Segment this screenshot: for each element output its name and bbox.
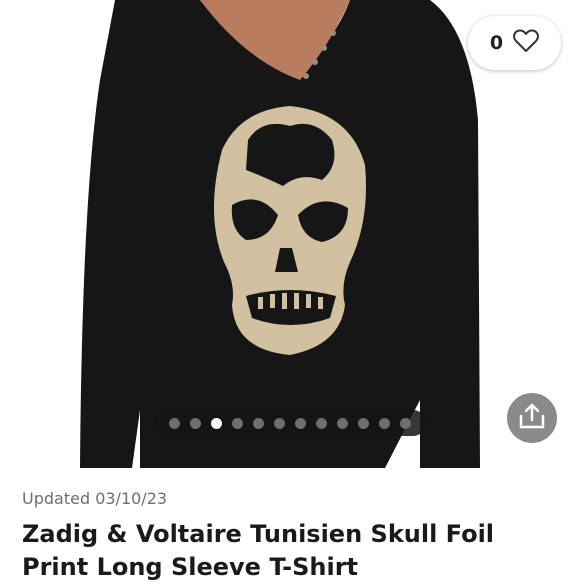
carousel-dot[interactable] (337, 417, 348, 429)
carousel-dot[interactable] (169, 417, 180, 429)
like-button[interactable]: 0 (468, 16, 561, 70)
carousel-dot[interactable] (253, 417, 264, 429)
carousel-dots (154, 410, 426, 436)
updated-date: Updated 03/10/23 (22, 489, 168, 508)
share-upload-icon (517, 402, 547, 434)
carousel-dot[interactable] (232, 417, 243, 429)
carousel-dot[interactable] (295, 417, 306, 429)
carousel-dot[interactable] (400, 417, 411, 429)
carousel-dot[interactable] (274, 417, 285, 429)
shirt-image (80, 0, 480, 468)
heart-icon (513, 29, 540, 57)
share-button[interactable] (507, 393, 557, 443)
listing-title: Zadig & Voltaire Tunisien Skull Foil Pri… (22, 520, 495, 581)
carousel-dot[interactable] (379, 417, 390, 429)
carousel-dot[interactable] (211, 417, 222, 429)
carousel-dot[interactable] (190, 417, 201, 429)
like-count: 0 (489, 32, 504, 54)
carousel-dot[interactable] (358, 417, 369, 429)
product-photo[interactable] (0, 0, 580, 468)
carousel-dot[interactable] (316, 417, 327, 429)
